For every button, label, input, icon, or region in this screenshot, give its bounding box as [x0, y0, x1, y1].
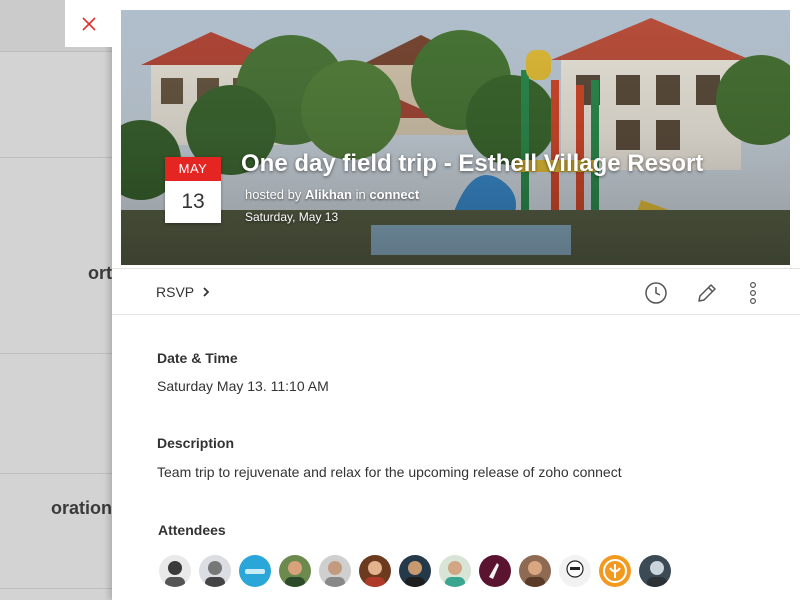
description-label: Description — [157, 435, 235, 451]
event-day: 13 — [181, 190, 205, 213]
attendees-list — [159, 555, 671, 587]
attendees-label: Attendees — [158, 522, 226, 538]
rsvp-button[interactable]: RSVP — [156, 284, 210, 300]
event-cover-image: MAY 13 One day field trip - Esthell Vill… — [121, 10, 790, 265]
rsvp-label: RSVP — [156, 284, 195, 300]
attendee-avatar[interactable] — [519, 555, 551, 587]
event-date-line: Saturday, May 13 — [245, 210, 339, 224]
chevron-right-icon — [203, 287, 210, 297]
group-name-link[interactable]: connect — [369, 187, 419, 202]
attendee-avatar[interactable] — [279, 555, 311, 587]
background-list: ort oration — [0, 0, 112, 600]
date-time-label: Date & Time — [157, 350, 238, 366]
event-month: MAY — [165, 157, 221, 181]
attendee-avatar[interactable] — [439, 555, 471, 587]
attendee-avatar[interactable] — [479, 555, 511, 587]
attendee-avatar[interactable] — [399, 555, 431, 587]
event-toolbar: RSVP — [112, 268, 800, 315]
attendee-avatar[interactable] — [319, 555, 351, 587]
clock-icon — [645, 282, 667, 304]
attendee-avatar[interactable] — [559, 555, 591, 587]
background-list-item[interactable]: ort — [0, 158, 112, 354]
attendee-avatar[interactable] — [599, 555, 631, 587]
event-date-badge: MAY 13 — [165, 157, 221, 223]
close-icon — [82, 16, 96, 31]
attendee-avatar[interactable] — [359, 555, 391, 587]
background-list-item[interactable] — [0, 354, 112, 474]
background-item-label: oration — [51, 498, 112, 518]
attendee-avatar[interactable] — [199, 555, 231, 587]
reminder-button[interactable] — [643, 280, 669, 306]
event-detail-panel: MAY 13 One day field trip - Esthell Vill… — [112, 0, 800, 600]
pencil-icon — [698, 284, 716, 302]
attendee-avatar[interactable] — [159, 555, 191, 587]
background-item-label: ort — [88, 263, 112, 283]
attendee-avatar[interactable] — [639, 555, 671, 587]
description-value: Team trip to rejuvenate and relax for th… — [157, 464, 622, 480]
hosted-prefix: hosted by — [245, 187, 302, 202]
background-list-item[interactable]: oration — [0, 474, 112, 589]
close-button[interactable] — [65, 0, 113, 47]
background-list-item[interactable] — [0, 52, 112, 158]
date-time-value: Saturday May 13. 11:10 AM — [157, 378, 329, 394]
more-options-button[interactable] — [740, 280, 766, 306]
event-host-line: hosted by Alikhan in connect — [245, 187, 419, 202]
attendee-avatar[interactable] — [239, 555, 271, 587]
in-word: in — [355, 187, 366, 202]
more-vertical-icon — [749, 281, 757, 305]
event-title: One day field trip - Esthell Village Res… — [241, 150, 704, 177]
host-name-link[interactable]: Alikhan — [305, 187, 352, 202]
edit-button[interactable] — [694, 280, 720, 306]
